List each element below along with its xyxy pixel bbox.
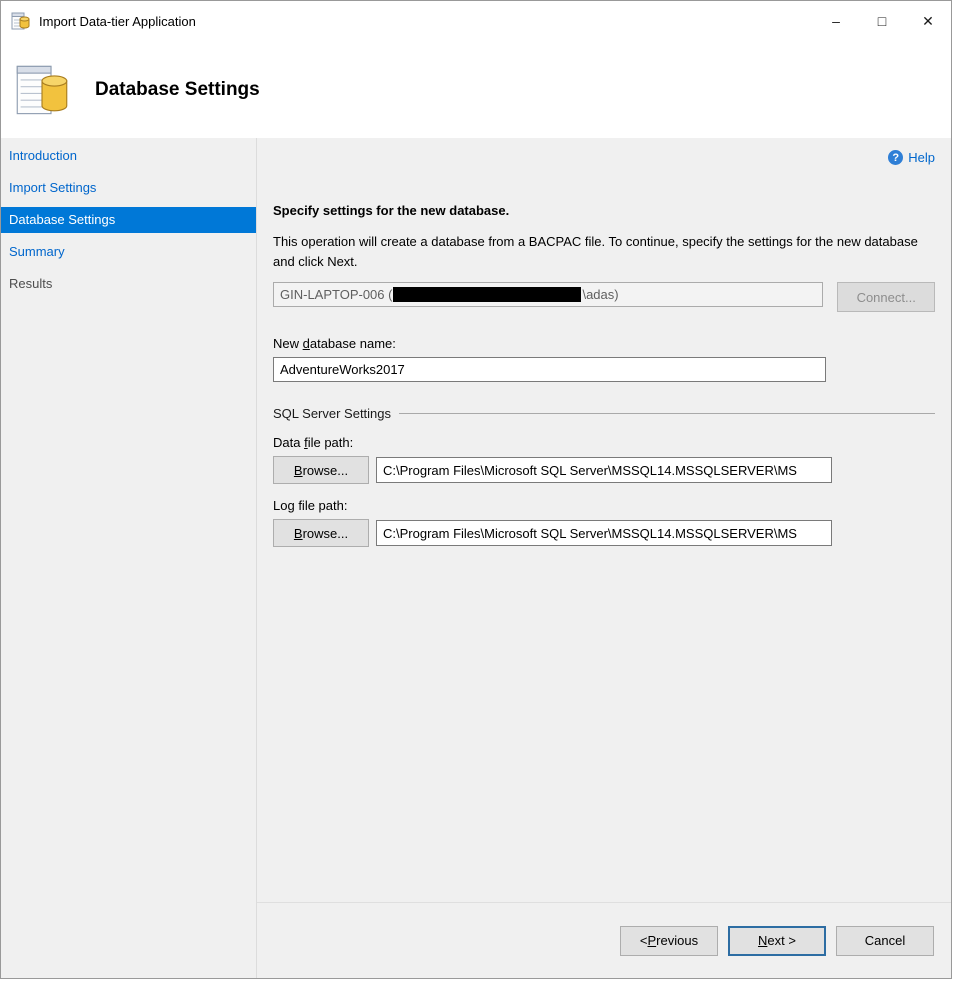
data-file-row: Browse... <box>273 456 935 484</box>
log-file-path-label: Log file path: <box>273 498 935 513</box>
app-icon <box>11 11 31 31</box>
next-label-post: ext > <box>767 933 796 948</box>
data-file-path-input[interactable] <box>376 457 832 483</box>
browse-label-key: B <box>294 463 303 478</box>
section-title: SQL Server Settings <box>273 406 391 421</box>
server-name-field: GIN-LAPTOP-006 ( \adas) <box>273 282 823 307</box>
sidebar-item-database-settings[interactable]: Database Settings <box>1 207 256 233</box>
database-settings-icon <box>15 63 69 117</box>
wizard-steps-sidebar: Introduction Import Settings Database Se… <box>1 138 256 978</box>
browse-label-post: rowse... <box>303 526 349 541</box>
data-file-browse-button[interactable]: Browse... <box>273 456 369 484</box>
import-data-tier-application-window: Import Data-tier Application – □ ✕ Datab… <box>0 0 952 979</box>
db-name-label-pre: New <box>273 336 303 351</box>
log-file-browse-button[interactable]: Browse... <box>273 519 369 547</box>
sidebar-item-results: Results <box>1 271 256 297</box>
db-name-input[interactable] <box>273 357 826 382</box>
server-row: GIN-LAPTOP-006 ( \adas) Connect... <box>273 282 935 312</box>
help-icon: ? <box>888 150 903 165</box>
content-main: ? Help Specify settings for the new data… <box>257 138 951 902</box>
wizard-body: Introduction Import Settings Database Se… <box>1 138 951 978</box>
next-label-key: N <box>758 933 767 948</box>
help-link[interactable]: Help <box>908 150 935 165</box>
close-button[interactable]: ✕ <box>905 1 951 41</box>
section-divider <box>399 413 935 414</box>
wizard-footer: < Previous Next > Cancel <box>257 902 951 978</box>
cancel-button[interactable]: Cancel <box>836 926 934 956</box>
data-file-label-pre: Data <box>273 435 304 450</box>
window-controls: – □ ✕ <box>813 1 951 41</box>
server-name-suffix: \adas) <box>582 287 618 302</box>
log-file-path-input[interactable] <box>376 520 832 546</box>
browse-label-post: rowse... <box>303 463 349 478</box>
help-row: ? Help <box>273 138 935 165</box>
redaction-box <box>393 287 581 302</box>
previous-label-key: P <box>648 933 657 948</box>
page-title: Database Settings <box>95 79 260 101</box>
sidebar-item-summary[interactable]: Summary <box>1 239 256 265</box>
minimize-button[interactable]: – <box>813 1 859 41</box>
previous-label-post: revious <box>656 933 698 948</box>
log-file-label-pre: Lo <box>273 498 287 513</box>
log-file-row: Browse... <box>273 519 935 547</box>
content-pane: ? Help Specify settings for the new data… <box>256 138 951 978</box>
log-file-label-key: g <box>287 498 294 513</box>
server-name-prefix: GIN-LAPTOP-006 ( <box>280 287 392 302</box>
sidebar-item-introduction[interactable]: Introduction <box>1 143 256 169</box>
browse-label-key: B <box>294 526 303 541</box>
wizard-header: Database Settings <box>1 41 951 138</box>
sidebar-item-import-settings[interactable]: Import Settings <box>1 175 256 201</box>
log-file-label-post: file path: <box>295 498 348 513</box>
db-name-label-post: atabase name: <box>310 336 396 351</box>
previous-button[interactable]: < Previous <box>620 926 718 956</box>
connect-button: Connect... <box>837 282 935 312</box>
titlebar: Import Data-tier Application – □ ✕ <box>1 1 951 41</box>
data-file-label-post: ile path: <box>308 435 354 450</box>
sql-server-settings-section: SQL Server Settings <box>273 406 935 421</box>
db-name-label: New database name: <box>273 336 935 351</box>
db-name-label-key: d <box>303 336 310 351</box>
next-button[interactable]: Next > <box>728 926 826 956</box>
section-heading: Specify settings for the new database. <box>273 203 935 218</box>
previous-label-pre: < <box>640 933 648 948</box>
data-file-path-label: Data file path: <box>273 435 935 450</box>
window-title: Import Data-tier Application <box>39 14 813 29</box>
maximize-button[interactable]: □ <box>859 1 905 41</box>
description-text: This operation will create a database fr… <box>273 232 935 272</box>
